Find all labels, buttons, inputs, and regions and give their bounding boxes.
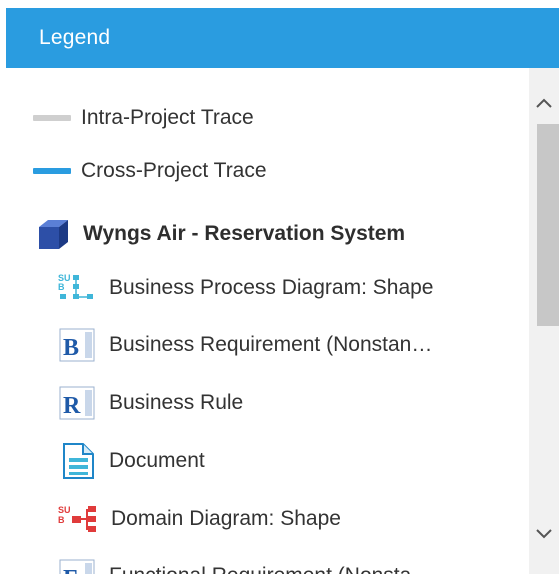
legend-item-intra-project-trace: Intra-Project Trace [33,106,254,130]
legend-item-cross-project-trace: Cross-Project Trace [33,159,267,183]
business-rule-label: Business Rule [109,391,244,414]
project-cube-icon [37,218,71,250]
svg-text:R: R [63,393,81,419]
chevron-up-icon [536,98,552,108]
legend-item-business-process-diagram: SU B Business Process Diagram: Shape [57,271,434,305]
business-process-diagram-label: Business Process Diagram: Shape [109,276,434,299]
business-rule-icon: R [59,386,97,420]
legend-list: Intra-Project Trace Cross-Project Trace … [6,68,559,574]
scrollbar-thumb[interactable] [537,124,559,326]
document-icon [61,443,97,479]
scroll-up-button[interactable] [529,88,559,118]
business-requirement-label: Business Requirement (Nonstan… [109,333,433,356]
legend-item-document: Document [61,443,205,479]
scroll-down-button[interactable] [529,518,559,548]
domain-diagram-label: Domain Diagram: Shape [111,507,341,530]
legend-item-functional-requirement: F Functional Requirement (Nonsta… [59,559,432,574]
legend-title: Legend [39,26,111,49]
chevron-down-icon [536,529,552,539]
intra-project-trace-label: Intra-Project Trace [81,106,254,129]
svg-text:B: B [58,515,65,525]
legend-panel: Legend Intra-Project Trace Cross-Project… [0,0,559,574]
legend-project: Wyngs Air - Reservation System [37,217,405,251]
svg-text:B: B [63,335,79,361]
domain-diagram-icon: SU B [57,503,99,535]
legend-header: Legend [6,8,559,68]
functional-requirement-icon: F [59,559,97,574]
legend-item-business-requirement: B Business Requirement (Nonstan… [59,328,432,362]
functional-requirement-label: Functional Requirement (Nonsta… [109,564,432,574]
document-label: Document [109,449,205,472]
cross-project-trace-line-icon [33,168,71,174]
business-requirement-icon: B [59,328,97,362]
svg-text:F: F [63,566,78,574]
svg-text:SU: SU [58,505,71,515]
vertical-scrollbar[interactable] [529,68,559,574]
svg-text:B: B [58,282,65,292]
intra-project-trace-line-icon [33,115,71,121]
business-process-diagram-icon: SU B [57,272,97,304]
cross-project-trace-label: Cross-Project Trace [81,159,267,182]
project-label: Wyngs Air - Reservation System [83,222,406,245]
legend-item-business-rule: R Business Rule [59,386,243,420]
legend-item-domain-diagram: SU B Domain Diagram: Shape [57,501,341,537]
